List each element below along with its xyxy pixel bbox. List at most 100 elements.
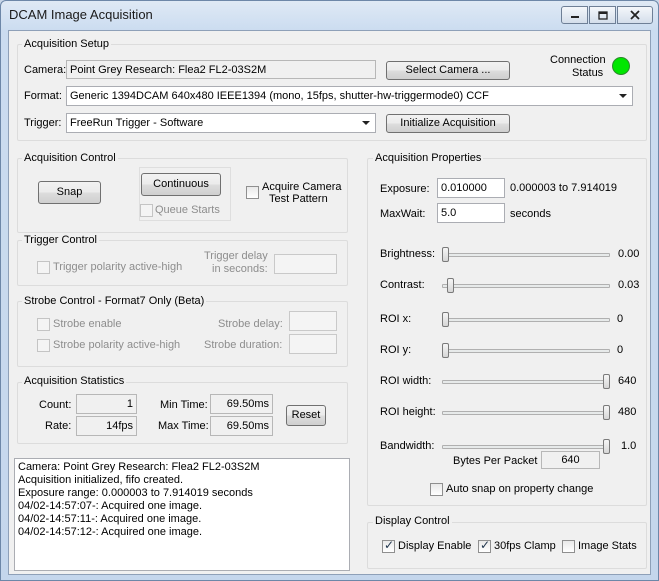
slider-thumb[interactable] xyxy=(442,343,449,358)
slider-value: 0.03 xyxy=(618,279,640,291)
trigger-control-title: Trigger Control xyxy=(22,234,99,246)
slider-label: ROI x: xyxy=(380,313,412,325)
strobe-polarity-label: Strobe polarity active-high xyxy=(53,339,181,351)
slider-track[interactable] xyxy=(442,318,610,322)
rate-label: Rate: xyxy=(45,420,72,432)
display-enable-label: Display Enable xyxy=(398,540,472,552)
image-stats-checkbox[interactable] xyxy=(562,540,575,553)
connection-label-1: Connection xyxy=(550,54,606,66)
slider-track[interactable] xyxy=(442,380,610,384)
trigger-delay-label-2: in seconds: xyxy=(212,263,268,275)
checkmark-icon: ✓ xyxy=(480,538,491,552)
strobe-duration-input[interactable] xyxy=(289,334,337,354)
bytes-per-packet-value: 640 xyxy=(541,451,600,469)
slider-track[interactable] xyxy=(442,253,610,257)
queue-starts-label: Queue Starts xyxy=(155,204,220,216)
continuous-button[interactable]: Continuous xyxy=(141,173,221,196)
slider-value: 480 xyxy=(618,406,637,418)
min-time-value: 69.50ms xyxy=(210,394,273,414)
reset-button[interactable]: Reset xyxy=(286,405,326,426)
camera-field: Point Grey Research: Flea2 FL2-03S2M xyxy=(66,60,376,79)
clamp-label: 30fps Clamp xyxy=(494,540,556,552)
slider-track[interactable] xyxy=(442,445,610,449)
log-line: 04/02-14:57:11-: Acquired one image. xyxy=(18,513,202,525)
image-stats-label: Image Stats xyxy=(578,540,637,552)
log-line: 04/02-14:57:07-: Acquired one image. xyxy=(18,500,203,512)
max-time-value: 69.50ms xyxy=(210,416,273,436)
slider-thumb[interactable] xyxy=(603,374,610,389)
slider-thumb[interactable] xyxy=(446,278,454,293)
minimize-icon xyxy=(570,16,579,18)
strobe-control-title: Strobe Control - Format7 Only (Beta) xyxy=(22,295,207,307)
slider-label: ROI height: xyxy=(380,406,436,418)
slider-track[interactable] xyxy=(442,411,610,415)
maximize-button[interactable] xyxy=(589,6,616,24)
exposure-range: 0.000003 to 7.914019 xyxy=(510,182,618,194)
auto-snap-checkbox[interactable] xyxy=(430,483,443,496)
format-value: Generic 1394DCAM 640x480 IEEE1394 (mono,… xyxy=(70,90,489,102)
log-output[interactable]: Camera: Point Grey Research: Flea2 FL2-0… xyxy=(14,458,350,571)
log-line: 04/02-14:57:12-: Acquired one image. xyxy=(18,526,203,538)
main-window: DCAM Image Acquisition Acquisition Setup… xyxy=(0,0,659,581)
strobe-duration-label: Strobe duration: xyxy=(204,339,283,351)
initialize-acquisition-button[interactable]: Initialize Acquisition xyxy=(386,114,510,133)
slider-label: ROI y: xyxy=(380,344,412,356)
checkmark-icon: ✓ xyxy=(384,538,395,552)
title-bar[interactable]: DCAM Image Acquisition xyxy=(1,1,658,29)
acquisition-statistics-title: Acquisition Statistics xyxy=(22,375,127,387)
min-time-label: Min Time: xyxy=(160,399,208,411)
log-line: Camera: Point Grey Research: Flea2 FL2-0… xyxy=(18,461,260,473)
slider-value: 0 xyxy=(617,344,624,356)
slider-thumb[interactable] xyxy=(442,247,449,262)
log-line: Acquisition initialized, fifo created. xyxy=(18,474,184,486)
slider-value: 640 xyxy=(618,375,637,387)
trigger-delay-label-1: Trigger delay xyxy=(204,250,268,262)
slider-track[interactable] xyxy=(442,349,610,353)
strobe-enable-label: Strobe enable xyxy=(53,318,122,330)
queue-starts-checkbox[interactable] xyxy=(140,204,153,217)
slider-label: Bandwidth: xyxy=(380,440,435,452)
close-button[interactable] xyxy=(617,6,653,24)
slider-label: Contrast: xyxy=(380,279,425,291)
client-area: Acquisition Setup Camera: Point Grey Res… xyxy=(8,30,651,575)
slider-thumb[interactable] xyxy=(442,312,449,327)
slider-value: 0.00 xyxy=(618,248,640,260)
bytes-per-packet-label: Bytes Per Packet xyxy=(453,455,538,467)
strobe-delay-input[interactable] xyxy=(289,311,337,331)
snap-button[interactable]: Snap xyxy=(38,181,101,204)
strobe-enable-checkbox[interactable] xyxy=(37,318,50,331)
acquisition-properties-title: Acquisition Properties xyxy=(373,152,484,164)
acquisition-setup-title: Acquisition Setup xyxy=(22,38,111,50)
trigger-delay-input[interactable] xyxy=(274,254,337,274)
maxwait-input[interactable]: 5.0 xyxy=(437,203,505,223)
display-control-title: Display Control xyxy=(373,515,452,527)
slider-value: 0 xyxy=(617,313,624,325)
select-camera-button[interactable]: Select Camera ... xyxy=(386,61,510,80)
strobe-polarity-checkbox[interactable] xyxy=(37,339,50,352)
exposure-input[interactable]: 0.010000 xyxy=(437,178,505,198)
clamp-checkbox[interactable]: ✓ xyxy=(478,538,491,553)
slider-thumb[interactable] xyxy=(603,439,610,454)
exposure-label: Exposure: xyxy=(380,183,430,195)
format-dropdown[interactable]: Generic 1394DCAM 640x480 IEEE1394 (mono,… xyxy=(66,86,633,106)
test-pattern-checkbox[interactable] xyxy=(246,186,259,199)
maxwait-label: MaxWait: xyxy=(380,208,426,220)
window-title: DCAM Image Acquisition xyxy=(9,7,153,22)
display-enable-checkbox[interactable]: ✓ xyxy=(382,538,395,553)
rate-value: 14fps xyxy=(76,416,137,436)
trigger-value: FreeRun Trigger - Software xyxy=(70,117,204,129)
minimize-button[interactable] xyxy=(561,6,588,24)
connection-status-indicator xyxy=(612,57,630,75)
trigger-polarity-checkbox[interactable] xyxy=(37,261,50,274)
test-pattern-label-2: Test Pattern xyxy=(269,193,328,205)
chevron-down-icon xyxy=(362,121,370,125)
trigger-polarity-label: Trigger polarity active-high xyxy=(53,261,183,273)
count-value: 1 xyxy=(76,394,137,414)
connection-label-2: Status xyxy=(572,67,604,79)
count-label: Count: xyxy=(39,399,72,411)
slider-thumb[interactable] xyxy=(603,405,610,420)
slider-track[interactable] xyxy=(442,284,610,288)
trigger-dropdown[interactable]: FreeRun Trigger - Software xyxy=(66,113,376,133)
camera-label: Camera: xyxy=(24,64,67,76)
slider-label: Brightness: xyxy=(380,248,436,260)
